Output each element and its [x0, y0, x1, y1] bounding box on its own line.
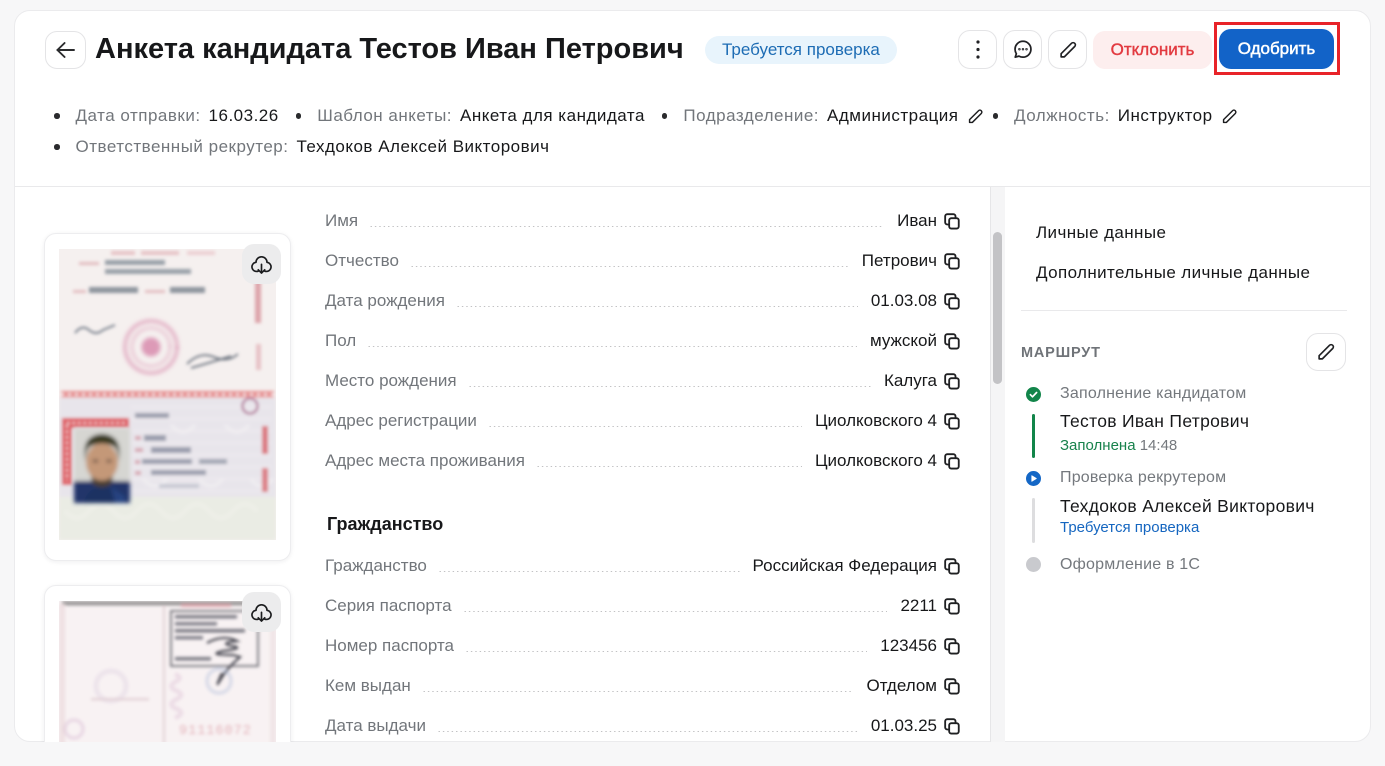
svg-text:91116072: 91116072	[179, 724, 252, 739]
